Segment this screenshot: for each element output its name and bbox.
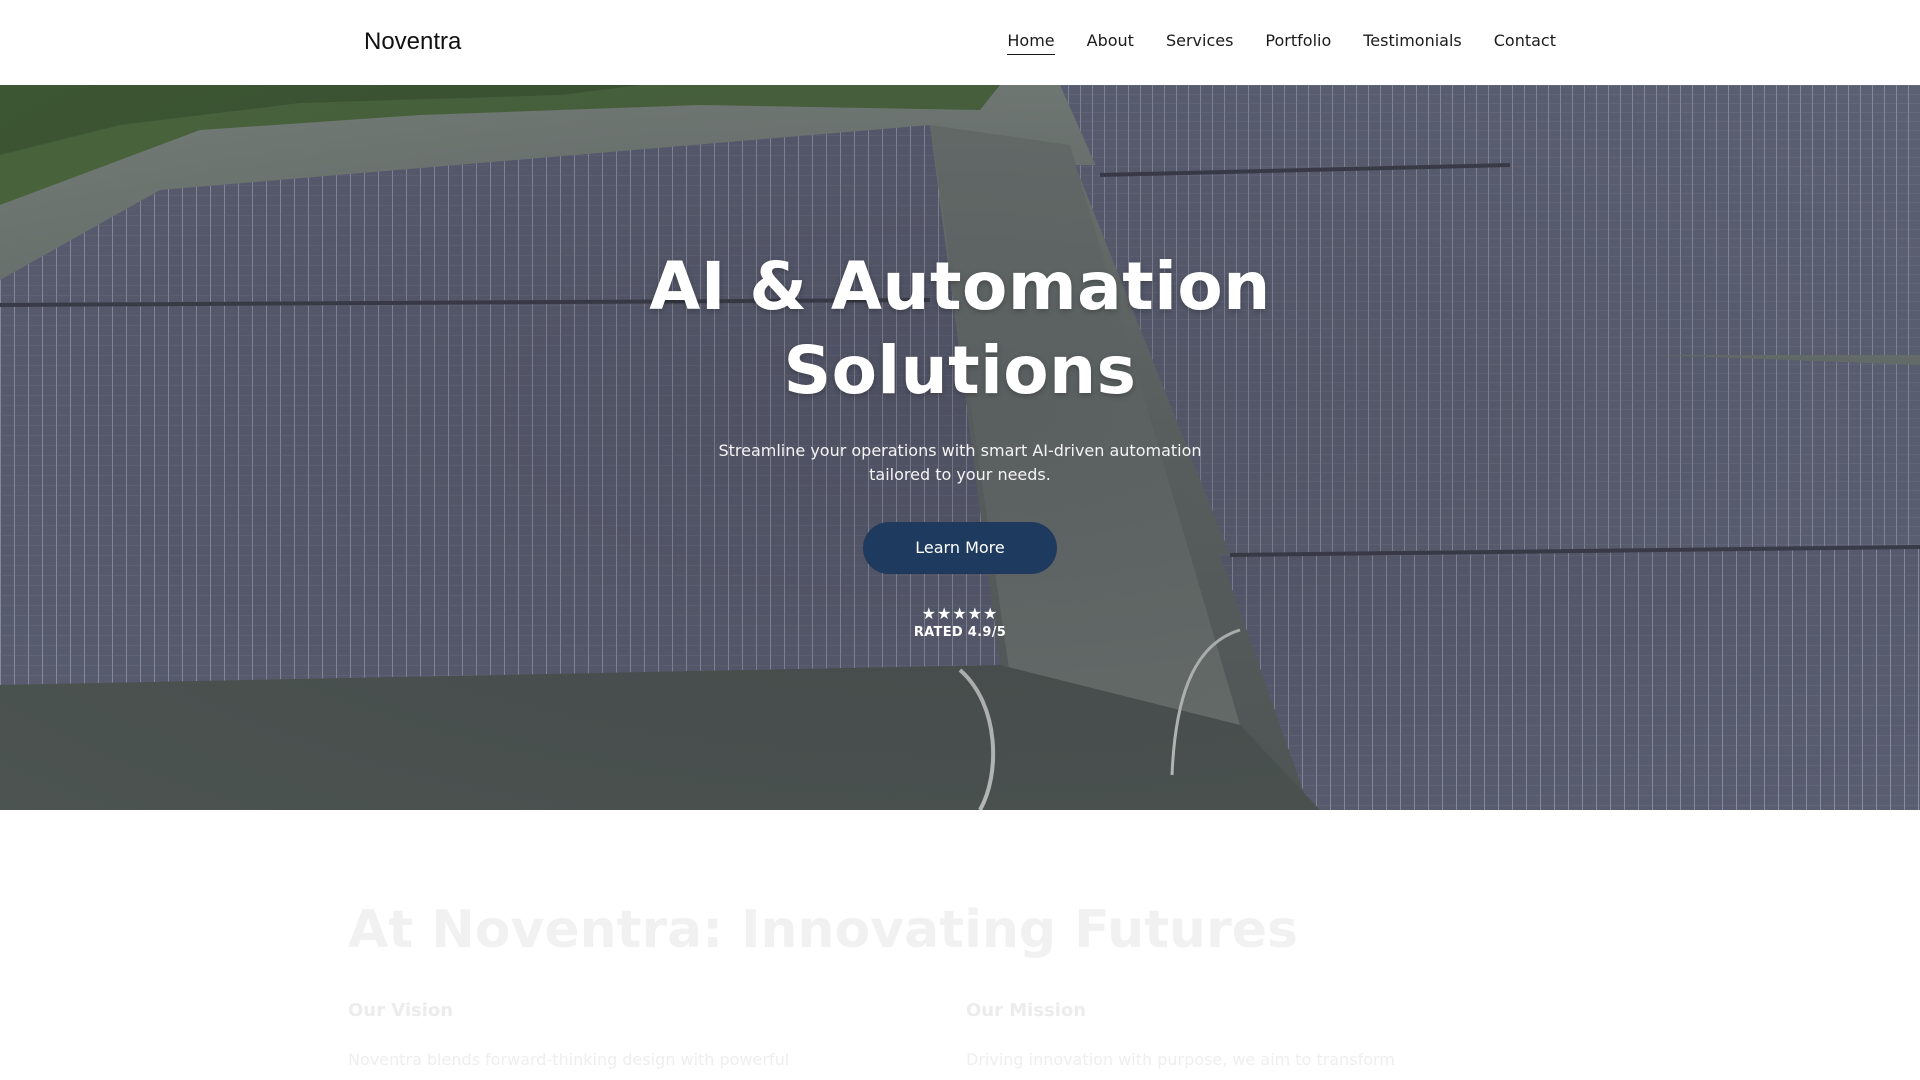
- hero-title-line1: AI & Automation: [649, 248, 1271, 325]
- hero-title-line2: Solutions: [783, 332, 1137, 409]
- main-nav: Home About Services Portfolio Testimonia…: [1007, 31, 1556, 55]
- about-title: At Noventra: Innovating Futures: [348, 900, 1298, 960]
- mission-text: Driving innovation with purpose, we aim …: [966, 1050, 1395, 1069]
- nav-services[interactable]: Services: [1166, 31, 1233, 55]
- about-section: At Noventra: Innovating Futures Our Visi…: [0, 810, 1920, 1080]
- hero-subtitle: Streamline your operations with smart AI…: [718, 441, 1202, 484]
- nav-testimonials[interactable]: Testimonials: [1363, 31, 1462, 55]
- nav-home[interactable]: Home: [1007, 31, 1055, 55]
- nav-contact[interactable]: Contact: [1494, 31, 1556, 55]
- hero-content: AI & Automation Solutions Streamline you…: [560, 245, 1360, 640]
- hero-title: AI & Automation Solutions: [560, 245, 1360, 413]
- nav-about[interactable]: About: [1087, 31, 1134, 55]
- star-rating-icon: ★★★★★: [921, 604, 999, 623]
- brand-logo[interactable]: Noventra: [364, 28, 461, 56]
- vision-text: Noventra blends forward-thinking design …: [348, 1050, 790, 1069]
- vision-heading: Our Vision: [348, 1000, 454, 1021]
- hero-section: AI & Automation Solutions Streamline you…: [0, 85, 1920, 810]
- rating-block: ★★★★★ RATED 4.9/5: [560, 604, 1360, 640]
- rating-label: RATED 4.9/5: [913, 625, 1007, 640]
- site-header: Noventra Home About Services Portfolio T…: [0, 0, 1920, 85]
- nav-portfolio[interactable]: Portfolio: [1265, 31, 1331, 55]
- learn-more-button[interactable]: Learn More: [863, 522, 1057, 574]
- mission-heading: Our Mission: [966, 1000, 1087, 1021]
